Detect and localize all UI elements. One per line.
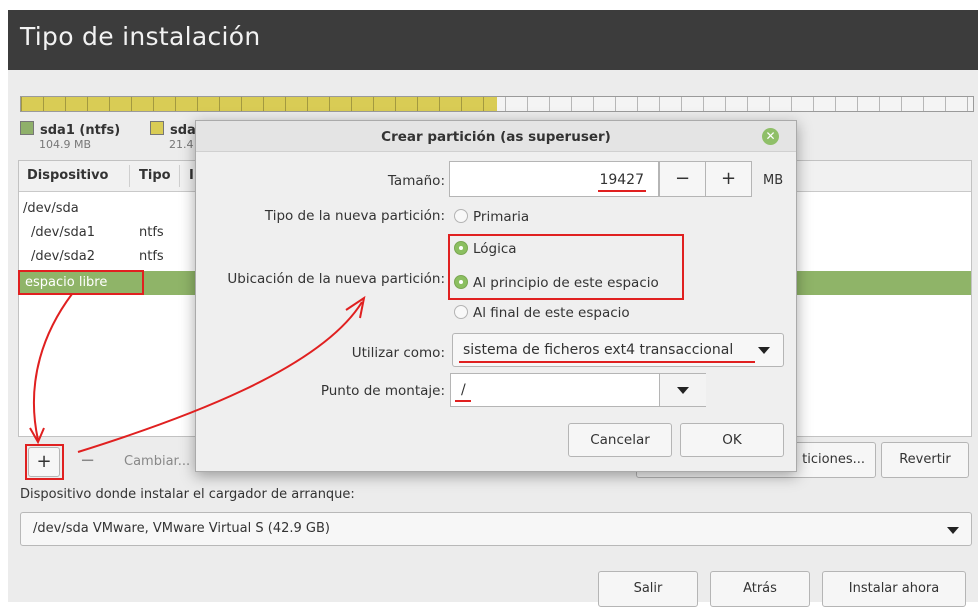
arrow-to-add-button [32,293,73,441]
annotation-arrows [29,293,366,453]
arrow-to-location-options [77,301,363,453]
arrow-head [345,295,366,319]
